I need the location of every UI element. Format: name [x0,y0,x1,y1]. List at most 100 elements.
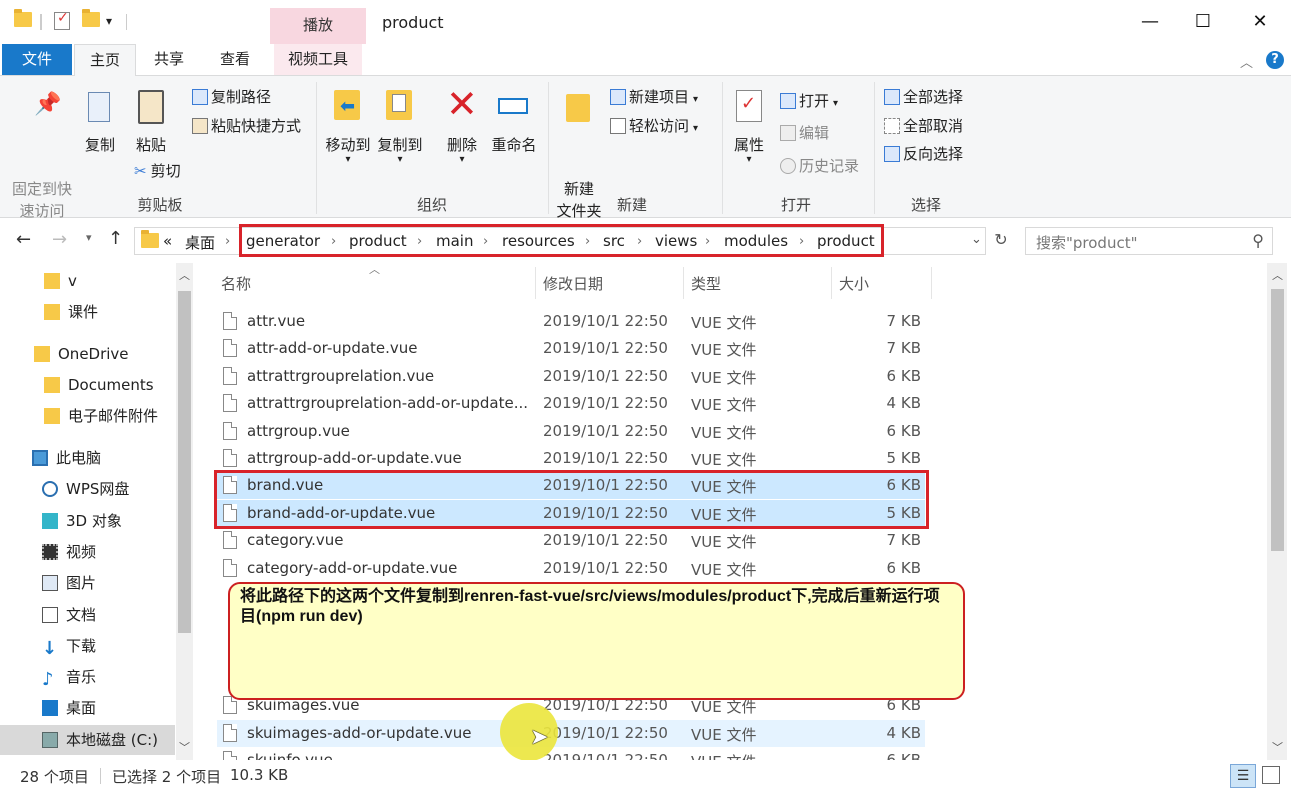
table-row[interactable]: attr-add-or-update.vue 2019/10/1 22:50 VUE… [217,335,925,362]
paste-shortcut-icon [192,118,208,134]
address-history-chevron-icon[interactable]: ⌄ [971,232,982,247]
delete-button[interactable]: ✕ 删除 ▾ [440,84,484,165]
new-item-button[interactable]: 新建项目 ▾ [610,86,698,111]
file-icon [223,394,237,412]
table-row[interactable]: attrgroup-add-or-update.vue 2019/10/1 22:… [217,445,925,472]
open-button[interactable]: 打开 ▾ [780,90,838,115]
table-row[interactable]: attrgroup.vue 2019/10/1 22:50 VUE 文件 6 KB [217,418,925,445]
sidebar-item-3d-objects[interactable]: 3D 对象 [42,506,122,536]
column-header-name[interactable]: 名称 [221,273,251,294]
minimize-button[interactable]: — [1127,6,1173,38]
context-tab-play[interactable]: 播放 [270,8,366,44]
paste-shortcut-button[interactable]: 粘贴快捷方式 [192,115,301,137]
customize-qat-chevron-icon[interactable]: ▾ [106,14,124,34]
sidebar-scroll-thumb[interactable] [178,291,191,633]
table-row[interactable]: category.vue 2019/10/1 22:50 VUE 文件 7 KB [217,527,925,554]
tab-video-tools[interactable]: 视频工具 [274,44,362,75]
search-icon: ⚲ [1252,231,1264,250]
refresh-icon[interactable]: ↻ [990,230,1012,252]
sidebar-item-local-disk-c[interactable]: 本地磁盘 (C:) [0,725,175,755]
recent-locations-chevron-icon[interactable]: ▾ [86,231,92,244]
select-group-label: 选择 [910,196,941,214]
file-type: VUE 文件 [691,424,757,442]
column-separator[interactable] [931,267,932,299]
table-row[interactable]: skuinfo.vue2019/10/1 22:50VUE 文件6 KB [217,747,925,761]
search-input[interactable]: 搜索"product" ⚲ [1025,227,1273,255]
scroll-up-chevron-icon[interactable]: ︿ [179,267,190,283]
table-row[interactable]: category-add-or-update.vue 2019/10/1 22:5… [217,555,925,582]
file-list-scrollbar[interactable]: ︿ ﹀ [1267,263,1287,760]
file-name: attrattrgrouprelation-add-or-update.... [247,394,529,412]
new-folder-icon[interactable] [82,9,100,32]
tab-file[interactable]: 文件 [2,44,72,75]
large-icons-view-icon[interactable] [1262,766,1280,784]
table-row[interactable]: attr.vue 2019/10/1 22:50 VUE 文件 7 KB [217,308,925,335]
scroll-down-chevron-icon[interactable]: ﹀ [1272,739,1283,755]
sidebar-item-onedrive[interactable]: OneDrive [34,339,129,369]
forward-arrow-icon[interactable]: → [52,229,67,250]
copy-to-button[interactable]: 复制到 ▾ [376,90,424,165]
table-row[interactable]: skuimages-add-or-update.vue 2019/10/1 22:… [217,720,925,747]
breadcrumb-desktop[interactable]: 桌面 [185,232,215,253]
tab-view[interactable]: 查看 [206,44,264,75]
table-row[interactable]: attrattrgrouprelation.vue 2019/10/1 22:50… [217,363,925,390]
details-view-icon[interactable]: ☰ [1230,764,1256,788]
file-type: VUE 文件 [691,314,757,332]
chevron-right-icon[interactable]: › [225,234,230,249]
select-all-button[interactable]: 全部选择 [884,86,963,108]
rename-button[interactable]: 重命名 [488,90,540,156]
scroll-down-chevron-icon[interactable]: ﹀ [179,739,190,755]
copy-path-button[interactable]: 复制路径 [192,86,271,108]
scroll-up-chevron-icon[interactable]: ︿ [1272,267,1283,283]
file-size: 4 KB [886,394,921,412]
sidebar-item-v[interactable]: v [44,266,77,296]
sidebar-item-pictures[interactable]: 图片 [42,568,96,598]
sidebar-item-courseware[interactable]: 课件 [44,297,98,327]
back-arrow-icon[interactable]: ← [16,229,31,250]
properties-check-icon[interactable]: ✓ [54,10,70,30]
tab-share[interactable]: 共享 [142,44,196,75]
sidebar-item-music[interactable]: ♪ 音乐 [42,662,96,692]
up-arrow-icon[interactable]: ↑ [108,228,123,249]
sidebar-item-documents-library[interactable]: 文档 [42,600,96,630]
column-header-date[interactable]: 修改日期 [543,273,603,294]
column-separator[interactable] [831,267,832,299]
cut-button[interactable]: ✂ 剪切 [134,160,181,182]
edit-button[interactable]: 编辑 [780,122,829,144]
file-size: 6 KB [886,367,921,385]
move-to-button[interactable]: ⬅ 移动到 ▾ [324,90,372,165]
search-placeholder: 搜索"product" [1036,234,1138,252]
maximize-button[interactable]: ☐ [1180,6,1226,38]
close-button[interactable]: ✕ [1237,6,1283,38]
easy-access-button[interactable]: 轻松访问 ▾ [610,115,698,140]
properties-button[interactable]: ✓ 属性 ▾ [728,90,770,165]
column-separator[interactable] [535,267,536,299]
cursor-highlight [500,703,558,761]
table-row[interactable]: attrattrgrouprelation-add-or-update.... 2… [217,390,925,417]
file-name: category-add-or-update.vue [247,559,458,577]
folder-icon [141,230,159,252]
column-header-type[interactable]: 类型 [691,273,721,294]
breadcrumb-overflow[interactable]: « [163,232,172,250]
collapse-ribbon-chevron-icon[interactable]: ︿ [1240,52,1253,71]
sidebar-item-downloads[interactable]: ↓ 下载 [42,631,96,661]
copy-button[interactable]: 复制 [80,90,120,156]
sidebar-item-desktop[interactable]: 桌面 [42,693,96,723]
select-none-button[interactable]: 全部取消 [884,115,963,137]
column-header-size[interactable]: 大小 [839,273,869,294]
paste-button[interactable]: 粘贴 [128,90,174,156]
sidebar-item-this-pc[interactable]: 此电脑 [32,443,101,473]
file-list-scroll-thumb[interactable] [1271,289,1284,551]
sidebar-item-wps-drive[interactable]: WPS网盘 [42,474,129,504]
sidebar-item-documents[interactable]: Documents [44,370,154,400]
tab-home[interactable]: 主页 [74,44,136,76]
sidebar-item-email-attachments[interactable]: 电子邮件附件 [44,401,158,431]
sidebar-scrollbar[interactable]: ︿ ﹀ [176,263,193,760]
column-separator[interactable] [683,267,684,299]
sidebar-item-videos[interactable]: 视频 [42,537,96,567]
help-icon[interactable]: ? [1266,51,1284,69]
select-all-icon [884,89,900,105]
title-bar: ✓ ▾ 播放 product — ☐ ✕ [0,0,1291,44]
invert-selection-button[interactable]: 反向选择 [884,143,963,165]
history-button[interactable]: 历史记录 [780,155,859,177]
